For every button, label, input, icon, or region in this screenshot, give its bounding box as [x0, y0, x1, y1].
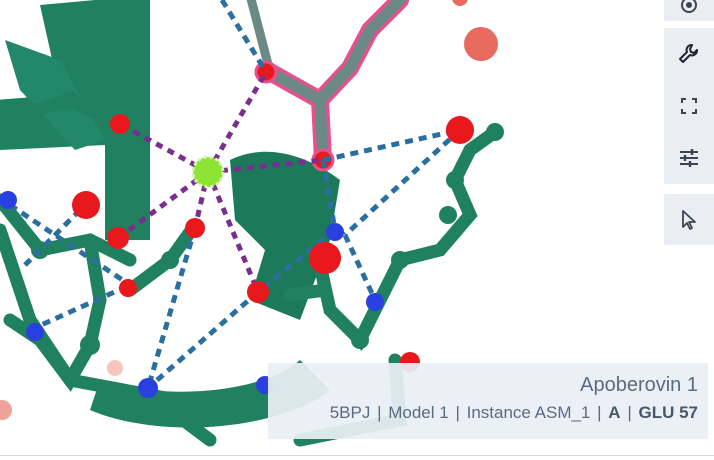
selection-mode-button[interactable]	[664, 194, 714, 245]
oxygen-atom	[72, 191, 100, 219]
oxygen-atom	[110, 114, 130, 134]
atom	[439, 206, 457, 224]
expand-icon	[681, 98, 697, 114]
separator: |	[455, 403, 460, 422]
nitrogen-atom	[138, 378, 158, 398]
screenshot-button[interactable]	[664, 0, 714, 21]
oxygen-atom	[309, 242, 341, 274]
atom	[80, 335, 100, 355]
sliders-icon	[680, 149, 698, 167]
nitrogen-atom	[366, 293, 384, 311]
controls-button[interactable]	[678, 132, 700, 184]
atom	[446, 171, 464, 189]
viewport-bottom-border	[0, 455, 714, 456]
settings-button[interactable]	[664, 28, 714, 184]
camera-icon	[681, 0, 697, 13]
atom	[486, 123, 504, 141]
instance-label[interactable]: Instance ASM_1	[467, 403, 591, 422]
atom	[161, 251, 179, 269]
cursor-icon	[682, 209, 696, 230]
structure-info-panel: Apoberovin 1 5BPJ | Model 1 | Instance A…	[268, 363, 708, 439]
structure-details: 5BPJ | Model 1 | Instance ASM_1 | A | GL…	[278, 399, 698, 427]
hydrogen-bond	[28, 282, 132, 333]
residue-label[interactable]: GLU 57	[638, 403, 698, 422]
oxygen-atom	[107, 227, 129, 249]
hydrogen-bond	[342, 233, 378, 302]
metal-ion[interactable]	[191, 155, 225, 189]
separator: |	[597, 403, 602, 422]
water-sphere	[464, 27, 498, 61]
atom	[391, 251, 409, 269]
chain-label[interactable]: A	[608, 403, 620, 422]
oxygen-atom	[446, 116, 474, 144]
nitrogen-atom	[326, 223, 344, 241]
separator: |	[377, 403, 382, 422]
structure-title: Apoberovin 1	[580, 374, 698, 396]
wrench-slot[interactable]	[677, 28, 701, 80]
oxygen-atom	[185, 218, 205, 238]
water-sphere	[107, 360, 123, 376]
model-label[interactable]: Model 1	[388, 403, 448, 422]
atom	[351, 331, 369, 349]
water-sphere	[0, 400, 12, 420]
fullscreen-button[interactable]	[680, 80, 698, 132]
nitrogen-atom	[26, 323, 44, 341]
oxygen-atom	[247, 281, 269, 303]
pdb-id-link[interactable]: 5BPJ	[330, 403, 371, 422]
separator: |	[627, 403, 632, 422]
water-sphere	[452, 0, 468, 6]
wrench-icon	[679, 44, 698, 63]
hydrogen-bond	[322, 127, 461, 163]
atom	[61, 91, 79, 109]
ligand-stick	[264, 0, 406, 166]
oxygen-atom	[119, 279, 137, 297]
